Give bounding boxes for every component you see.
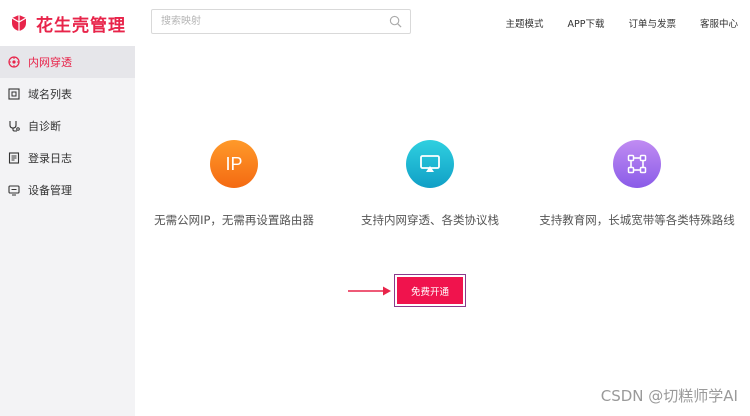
- app-title: 花生壳管理: [36, 15, 126, 36]
- sidebar: 花生壳管理 内网穿透 域名列表 自诊断 登录日志 设备管理: [0, 0, 135, 416]
- nav-theme-mode[interactable]: 主题模式: [505, 16, 543, 30]
- nav-orders-invoices[interactable]: 订单与发票: [628, 16, 676, 30]
- feature-no-public-ip: IP 无需公网IP，无需再设置路由器: [144, 140, 324, 228]
- sidebar-item-label: 设备管理: [28, 184, 72, 197]
- top-nav: 主题模式 APP下载 订单与发票 客服中心: [505, 0, 738, 46]
- tunnel-icon: [8, 56, 20, 68]
- watermark: CSDN @切糕师学AI: [600, 387, 738, 405]
- device-icon: [8, 184, 20, 196]
- feature-protocol-support: 支持内网穿透、各类协议栈: [341, 140, 519, 228]
- screen-cast-icon: [406, 140, 454, 188]
- feature-text: 支持教育网，长城宽带等各类特殊路线: [539, 213, 735, 227]
- arrow-right-icon: [348, 286, 391, 296]
- sidebar-item-domain-list[interactable]: 域名列表: [0, 78, 135, 110]
- search-icon[interactable]: [389, 15, 402, 28]
- app-logo[interactable]: 花生壳管理: [0, 0, 135, 46]
- free-activate-button[interactable]: 免费开通: [397, 277, 463, 304]
- feature-text: 无需公网IP，无需再设置路由器: [154, 213, 314, 227]
- sidebar-item-diagnose[interactable]: 自诊断: [0, 110, 135, 142]
- nav-app-download[interactable]: APP下载: [568, 16, 605, 30]
- sidebar-item-label: 登录日志: [28, 152, 72, 165]
- domain-list-icon: [8, 88, 20, 100]
- top-header: 主题模式 APP下载 订单与发票 客服中心: [135, 0, 750, 46]
- sidebar-item-tunnel[interactable]: 内网穿透: [0, 46, 135, 78]
- feature-special-routes: 支持教育网，长城宽带等各类特殊路线: [527, 140, 747, 228]
- search-input[interactable]: [152, 10, 377, 33]
- sidebar-item-label: 自诊断: [28, 120, 61, 133]
- network-nodes-icon: [613, 140, 661, 188]
- log-icon: [8, 152, 20, 164]
- sidebar-item-device[interactable]: 设备管理: [0, 174, 135, 206]
- diagnose-icon: [8, 120, 20, 132]
- nav-customer-service[interactable]: 客服中心: [700, 16, 738, 30]
- feature-text: 支持内网穿透、各类协议栈: [361, 213, 499, 227]
- peanut-logo-icon: [8, 12, 30, 34]
- sidebar-menu: 内网穿透 域名列表 自诊断 登录日志 设备管理: [0, 46, 135, 206]
- search-box: [151, 9, 411, 34]
- sidebar-item-label: 域名列表: [28, 88, 72, 101]
- cta-highlight: 免费开通: [394, 274, 466, 307]
- sidebar-item-label: 内网穿透: [28, 56, 72, 69]
- ip-icon: IP: [210, 140, 258, 188]
- sidebar-item-login-log[interactable]: 登录日志: [0, 142, 135, 174]
